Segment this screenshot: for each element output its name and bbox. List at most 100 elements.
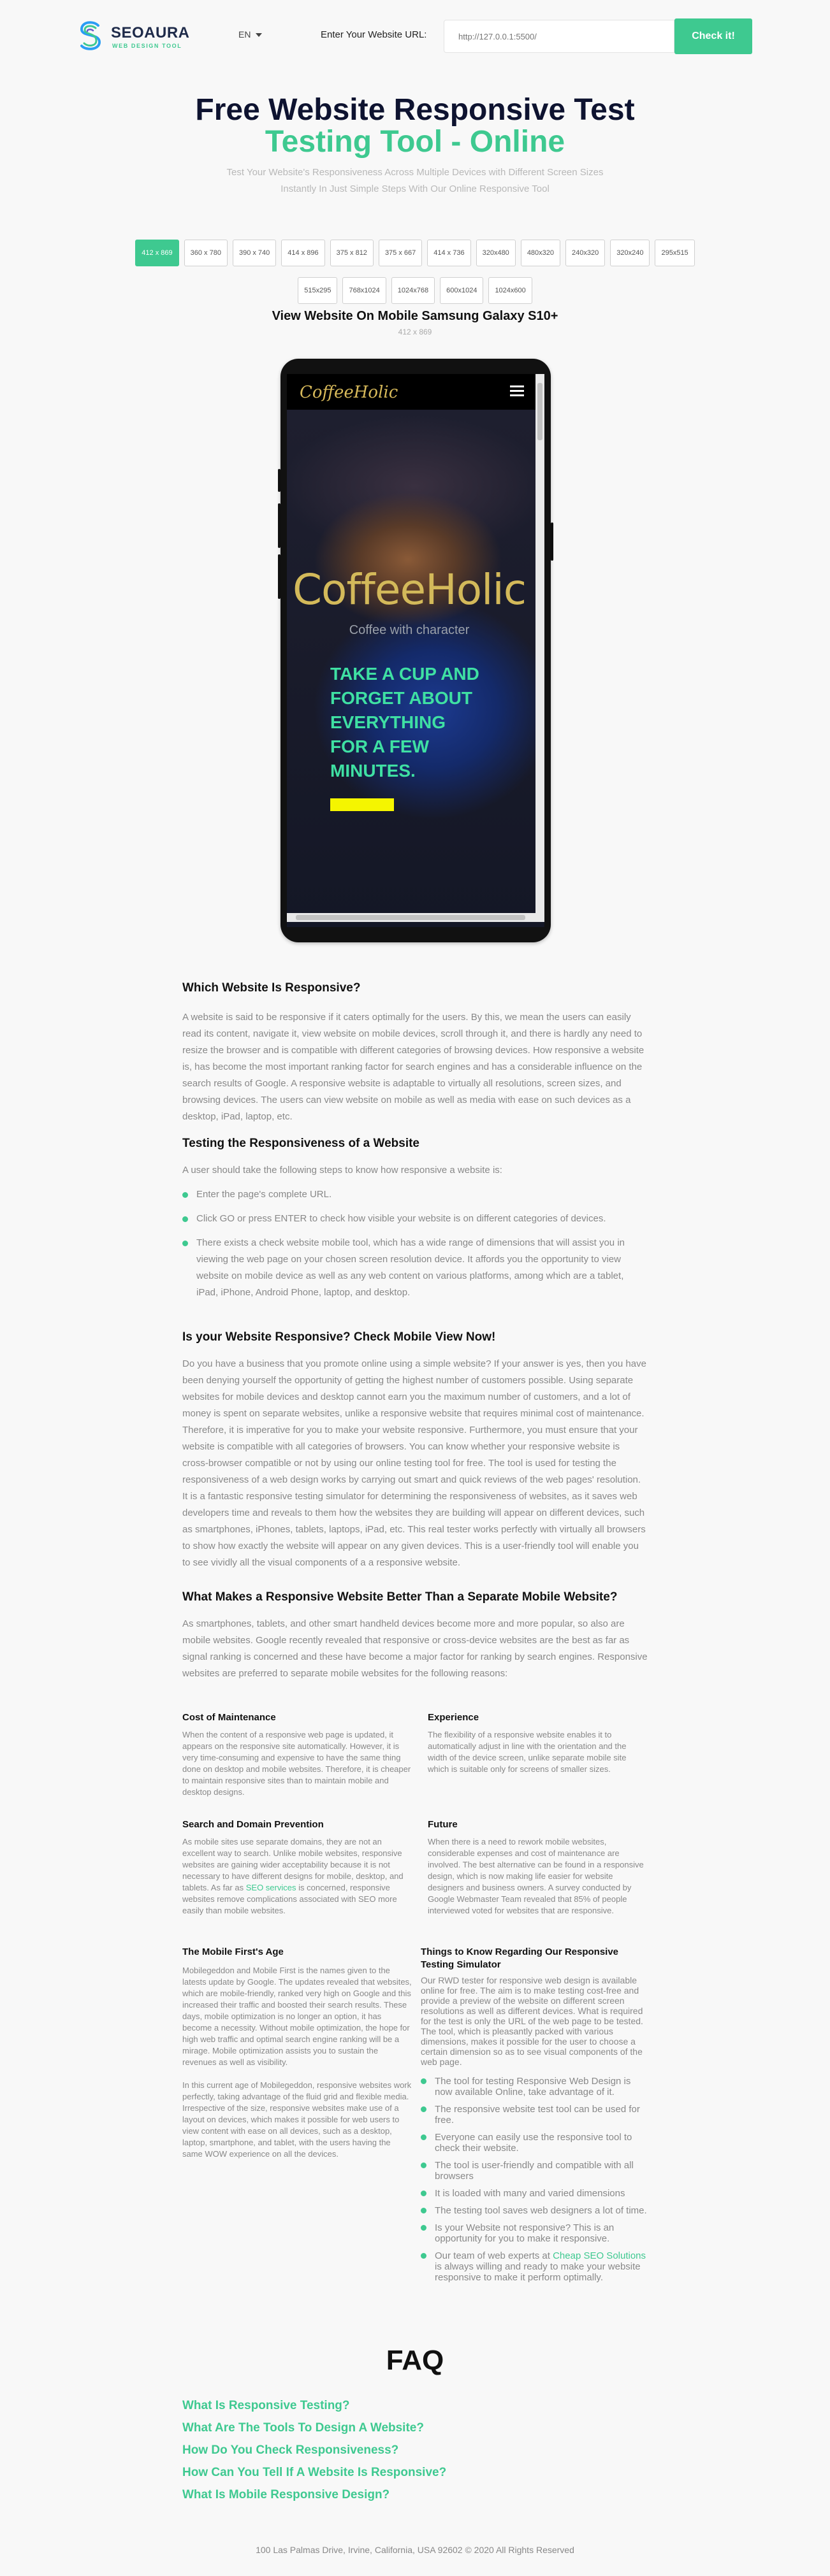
page-subtitle: Testing Tool - Online	[265, 125, 565, 159]
preview-vertical-scrollbar[interactable]	[535, 374, 544, 913]
reason-text: The flexibility of a responsive website …	[428, 1730, 627, 1774]
resolution-button[interactable]: 414 x 896	[281, 240, 325, 266]
list-item: Our team of web experts at Cheap SEO Sol…	[421, 2250, 648, 2283]
section-which-responsive: Which Website Is Responsive? A website i…	[182, 981, 648, 1125]
preview-logo[interactable]: CoffeeHolic	[300, 383, 398, 402]
section-text: Do you have a business that you promote …	[182, 1358, 646, 1568]
resolution-row-1: 412 x 869 360 x 780 390 x 740 414 x 896 375 …	[0, 240, 830, 266]
section-check-mobile: Is your Website Responsive? Check Mobile…	[182, 1330, 648, 1571]
things-text: Our RWD tester for responsive web design…	[421, 1975, 643, 2067]
reason-experience: Experience The flexibility of a responsi…	[428, 1711, 648, 1775]
page-title: Free Website Responsive Test	[195, 93, 635, 127]
resolution-button[interactable]: 375 x 812	[330, 240, 374, 266]
faq-item[interactable]: How Can You Tell If A Website Is Respons…	[182, 2461, 648, 2484]
things-heading: Things to Know Regarding Our Responsive …	[421, 1946, 619, 1970]
list-item: Click GO or press ENTER to check how vis…	[182, 1211, 648, 1227]
section-heading: What Makes a Responsive Website Better T…	[182, 1590, 618, 1604]
chevron-down-icon	[256, 33, 263, 38]
list-item: Enter the page's complete URL.	[182, 1186, 648, 1203]
resolution-button[interactable]: 600x1024	[440, 277, 484, 304]
section-text: As smartphones, tablets, and other smart…	[182, 1618, 648, 1679]
section-text: A website is said to be responsive if it…	[182, 1012, 644, 1122]
device-size: 412 x 869	[398, 327, 432, 336]
url-label: Enter Your Website URL:	[321, 29, 427, 40]
reason-mobile-first: The Mobile First's Age Mobilegeddon and …	[182, 1946, 412, 2160]
things-list: The tool for testing Responsive Web Desi…	[421, 2076, 648, 2283]
scrollbar-thumb[interactable]	[296, 915, 525, 920]
logo-title: SEOAURA	[111, 24, 190, 41]
resolution-button[interactable]: 360 x 780	[184, 240, 228, 266]
phone-frame: CoffeeHolic CoffeeHolic Coffee with char…	[280, 359, 551, 942]
preview-cta-text: TAKE A CUP AND FORGET ABOUT EVERYTHING F…	[330, 664, 479, 781]
preview-horizontal-scrollbar[interactable]	[287, 913, 544, 922]
resolution-button[interactable]: 375 x 667	[378, 240, 423, 266]
device-title: View Website On Mobile Samsung Galaxy S1…	[272, 309, 558, 323]
logo[interactable]: SEOAURA WEB DESIGN TOOL	[76, 19, 204, 52]
preview-cta-button[interactable]	[330, 798, 394, 811]
language-selector[interactable]: EN	[238, 29, 263, 40]
scrollbar-thumb[interactable]	[537, 383, 542, 440]
reason-cost: Cost of Maintenance When the content of …	[182, 1711, 412, 1798]
section-heading: Testing the Responsiveness of a Website	[182, 1137, 420, 1150]
site-header: SEOAURA WEB DESIGN TOOL EN Enter Your We…	[0, 0, 830, 71]
check-button[interactable]: Check it!	[674, 18, 752, 54]
faq-item[interactable]: How Do You Check Responsiveness?	[182, 2439, 648, 2461]
preview-screen[interactable]: CoffeeHolic CoffeeHolic Coffee with char…	[287, 374, 544, 927]
cheap-seo-link[interactable]: Cheap SEO Solutions	[553, 2250, 646, 2261]
list-item: It is loaded with many and varied dimens…	[421, 2188, 648, 2199]
section-heading: Which Website Is Responsive?	[182, 981, 361, 995]
preview-brand: CoffeeHolic	[292, 565, 527, 614]
section-heading: Is your Website Responsive? Check Mobile…	[182, 1330, 496, 1344]
list-item: The responsive website test tool can be …	[421, 2104, 648, 2126]
list-item: Is your Website not responsive? This is …	[421, 2222, 648, 2244]
list-item: The tool is user-friendly and compatible…	[421, 2160, 648, 2182]
reason-heading: Experience	[428, 1712, 479, 1723]
faq-item[interactable]: What Is Mobile Responsive Design?	[182, 2484, 648, 2506]
resolution-button[interactable]: 320x240	[610, 240, 650, 266]
reason-heading: Cost of Maintenance	[182, 1712, 276, 1723]
resolution-button[interactable]: 390 x 740	[232, 240, 277, 266]
logo-subtitle: WEB DESIGN TOOL	[112, 43, 182, 49]
preview-navbar: CoffeeHolic	[287, 374, 544, 410]
section-responsive-better: What Makes a Responsive Website Better T…	[182, 1590, 648, 1682]
resolution-button[interactable]: 515x295	[298, 277, 338, 304]
reason-heading: Future	[428, 1819, 458, 1830]
resolution-row-2: 515x295 768x1024 1024x768 600x1024 1024x600	[0, 277, 830, 304]
resolution-button[interactable]: 295x515	[655, 240, 695, 266]
faq-item[interactable]: What Is Responsive Testing?	[182, 2394, 648, 2417]
hamburger-menu-icon[interactable]	[510, 385, 524, 397]
resolution-button[interactable]: 768x1024	[342, 277, 386, 304]
preview-tagline: Coffee with character	[349, 623, 470, 637]
resolution-button[interactable]: 1024x768	[391, 277, 435, 304]
list-item: There exists a check website mobile tool…	[182, 1235, 648, 1301]
faq-item[interactable]: What Are The Tools To Design A Website?	[182, 2417, 648, 2439]
resolution-button[interactable]: 412 x 869	[135, 240, 179, 266]
seo-services-link[interactable]: SEO services	[246, 1883, 296, 1892]
resolution-button[interactable]: 1024x600	[488, 277, 532, 304]
page-description: Test Your Website's Responsiveness Acros…	[226, 167, 604, 194]
resolution-button[interactable]: 320x480	[476, 240, 516, 266]
section-testing: Testing the Responsiveness of a Website …	[182, 1137, 648, 1309]
resolution-button[interactable]: 240x320	[565, 240, 606, 266]
steps-list: Enter the page's complete URL. Click GO …	[182, 1186, 648, 1301]
list-item: Everyone can easily use the responsive t…	[421, 2132, 648, 2154]
reason-text: In this current age of Mobilegeddon, res…	[182, 2080, 412, 2159]
resolution-button[interactable]: 414 x 736	[427, 240, 471, 266]
reason-heading: The Mobile First's Age	[182, 1946, 284, 1957]
url-input[interactable]	[444, 20, 674, 53]
faq-list: What Is Responsive Testing? What Are The…	[182, 2394, 648, 2506]
reason-future: Future When there is a need to rework mo…	[428, 1818, 648, 1917]
reason-search: Search and Domain Prevention As mobile s…	[182, 1818, 412, 1917]
faq-title: FAQ	[386, 2345, 444, 2376]
reason-text: When there is a need to rework mobile we…	[428, 1837, 644, 1915]
language-label: EN	[238, 29, 251, 40]
logo-icon	[80, 21, 101, 50]
things-to-know: Things to Know Regarding Our Responsive …	[421, 1946, 648, 2289]
list-item: The testing tool saves web designers a l…	[421, 2205, 648, 2216]
resolution-button[interactable]: 480x320	[520, 240, 561, 266]
reason-text: When the content of a responsive web pag…	[182, 1730, 411, 1797]
reason-text: Mobilegeddon and Mobile First is the nam…	[182, 1966, 412, 2067]
reason-text: As mobile sites use separate domains, th…	[182, 1837, 404, 1915]
section-text: A user should take the following steps t…	[182, 1165, 502, 1176]
list-item: The tool for testing Responsive Web Desi…	[421, 2076, 648, 2097]
